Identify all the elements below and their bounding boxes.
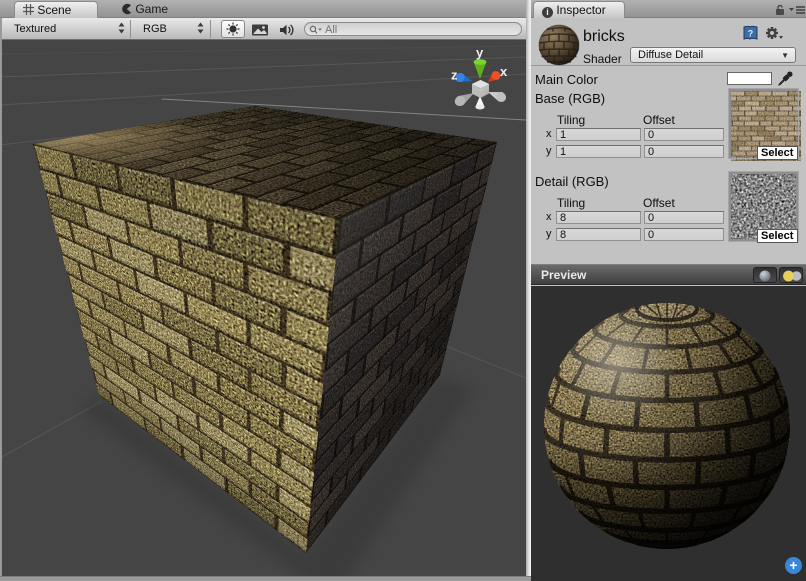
svg-text:z: z [451,68,458,83]
svg-text:x: x [500,64,508,79]
svg-text:y: y [476,45,484,60]
svg-text:?: ? [748,29,754,39]
